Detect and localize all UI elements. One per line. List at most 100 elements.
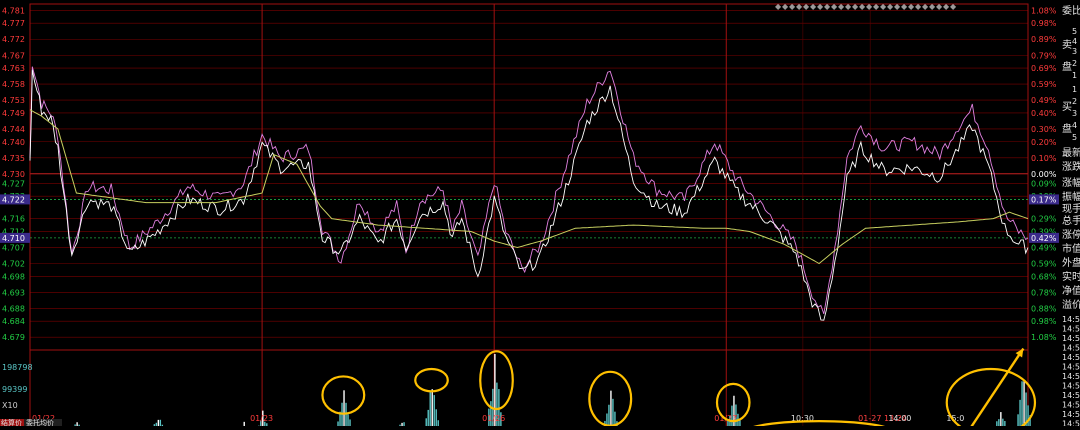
panel-time-row: 14:5 xyxy=(1062,363,1080,372)
percent-tick-label: 1.08% xyxy=(1031,6,1057,15)
volume-spike-bar xyxy=(1023,381,1024,426)
volume-spike-bar xyxy=(244,422,245,426)
percent-tick-label: 0.40% xyxy=(1031,109,1057,118)
panel-time-row: 14:5 xyxy=(1062,372,1080,381)
panel-number: 3 xyxy=(1072,109,1077,118)
chart-svg: 4.7814.7774.7724.7674.7634.7584.7534.749… xyxy=(0,0,1080,426)
volume-spike-bar xyxy=(608,405,609,426)
percent-tick-label: 1.08% xyxy=(1031,333,1057,342)
panel-number: 4 xyxy=(1072,121,1077,130)
panel-time-row: 14:5 xyxy=(1062,382,1080,391)
volume-spike-bar xyxy=(438,420,439,426)
price-tag-label: 4.722 xyxy=(2,195,25,204)
panel-time-row: 14:5 xyxy=(1062,410,1080,419)
percent-tick-label: 0.20% xyxy=(1031,138,1057,147)
percent-tick-label: 0.98% xyxy=(1031,317,1057,326)
status-dot: ◆ xyxy=(796,2,803,11)
panel-number: 4 xyxy=(1072,37,1077,46)
panel-label: 涨停 xyxy=(1062,228,1080,241)
time-label: 01/23 xyxy=(250,414,273,423)
volume-spike-bar xyxy=(76,422,77,426)
percent-tick-label: 0.69% xyxy=(1031,64,1057,73)
annotations: ◆◆◆◆◆◆◆◆◆◆◆◆◆◆◆◆◆◆◆◆◆◆◆◆◆◆ xyxy=(322,2,1035,426)
status-dot: ◆ xyxy=(922,2,929,11)
series-line xyxy=(30,67,1028,314)
status-dot: ◆ xyxy=(810,2,817,11)
panel-number: 1 xyxy=(1072,85,1077,94)
panel-time-row: 14:5 xyxy=(1062,325,1080,334)
panel-number: 2 xyxy=(1072,97,1077,106)
volume-spike-bar xyxy=(612,399,613,426)
status-dot: ◆ xyxy=(936,2,943,11)
status-dot: ◆ xyxy=(887,2,894,11)
volume-spike-bar xyxy=(158,420,159,426)
chart-frame xyxy=(30,4,1028,426)
percent-tick-label: 0.98% xyxy=(1031,19,1057,28)
volume-spike-bar xyxy=(996,421,997,426)
price-tick-label: 4.740 xyxy=(2,138,25,147)
volume-spike-bar xyxy=(1027,405,1028,426)
volume-spike-bar xyxy=(739,420,740,426)
status-dot: ◆ xyxy=(817,2,824,11)
price-tick-label: 4.753 xyxy=(2,96,25,105)
right-panel: 委比卖盘买盘最新涨跌涨幅振幅现手总手涨停市值外盘实时净值溢价5432112345… xyxy=(1062,0,1080,426)
price-tick-label: 4.767 xyxy=(2,51,25,60)
volume-spike-bar xyxy=(436,409,437,426)
price-tick-label: 4.758 xyxy=(2,80,25,89)
percent-tick-label: 0.88% xyxy=(1031,304,1057,313)
volume-spike-bar xyxy=(998,419,999,426)
status-dot: ◆ xyxy=(852,2,859,11)
panel-label: 委比 xyxy=(1062,4,1080,17)
status-dot: ◆ xyxy=(782,2,789,11)
price-tick-label: 4.763 xyxy=(2,64,25,73)
price-axis: 4.7814.7774.7724.7674.7634.7584.7534.749… xyxy=(0,6,33,410)
status-dot: ◆ xyxy=(901,2,908,11)
panel-time-row: 14:5 xyxy=(1062,401,1080,410)
percent-axis: 1.08%0.98%0.89%0.79%0.69%0.59%0.49%0.40%… xyxy=(1029,6,1059,342)
bottom-tabs: 结算价委托均价 xyxy=(0,418,62,426)
price-tick-label: 4.772 xyxy=(2,35,25,44)
status-dot: ◆ xyxy=(908,2,915,11)
intraday-chart: 4.7814.7774.7724.7674.7634.7584.7534.749… xyxy=(0,0,1080,426)
volume-tick-label: 99399 xyxy=(2,385,27,394)
percent-tick-label: 0.89% xyxy=(1031,35,1057,44)
panel-time-row: 14:5 xyxy=(1062,344,1080,353)
price-tick-label: 4.707 xyxy=(2,243,25,252)
panel-label: 实时 xyxy=(1062,270,1080,283)
volume-spike-bar xyxy=(403,422,404,426)
panel-time-row: 14:5 xyxy=(1062,334,1080,343)
panel-number: 3 xyxy=(1072,47,1077,56)
panel-number: 5 xyxy=(1072,27,1077,36)
panel-label: 现手 xyxy=(1062,202,1080,215)
status-dot: ◆ xyxy=(803,2,810,11)
status-dot: ◆ xyxy=(873,2,880,11)
percent-tag-label: 0.17% xyxy=(1031,195,1057,204)
price-tick-label: 4.702 xyxy=(2,260,25,269)
panel-label: 市值 xyxy=(1062,242,1080,255)
status-dot: ◆ xyxy=(894,2,901,11)
price-tick-label: 4.730 xyxy=(2,170,25,179)
bottom-tab-label: 委托均价 xyxy=(26,418,54,426)
price-tick-label: 4.684 xyxy=(2,317,25,326)
volume-spike-bar xyxy=(1002,419,1003,426)
panel-label: 买 xyxy=(1062,101,1072,113)
panel-label: 盘 xyxy=(1062,122,1072,135)
percent-tick-label: 0.10% xyxy=(1031,154,1057,163)
percent-tick-label: 0.68% xyxy=(1031,272,1057,281)
volume-spike-bar xyxy=(1004,421,1005,426)
panel-number: 2 xyxy=(1072,59,1077,68)
panel-label: 净值 xyxy=(1062,284,1080,297)
price-tick-label: 4.749 xyxy=(2,109,25,118)
percent-tick-label: 0.30% xyxy=(1031,125,1057,134)
time-label: 14:00 xyxy=(888,414,911,423)
panel-time-row: 14:5 xyxy=(1062,353,1080,362)
price-tag-label: 4.710 xyxy=(2,234,25,243)
panel-time-row: 14:5 xyxy=(1062,315,1080,324)
panel-label: 溢价 xyxy=(1062,298,1080,311)
volume-spike-bar xyxy=(606,413,607,426)
price-tick-label: 4.688 xyxy=(2,304,25,313)
status-dot: ◆ xyxy=(831,2,838,11)
status-dot: ◆ xyxy=(859,2,866,11)
status-dot: ◆ xyxy=(915,2,922,11)
volume-spike-bar xyxy=(1021,381,1022,426)
